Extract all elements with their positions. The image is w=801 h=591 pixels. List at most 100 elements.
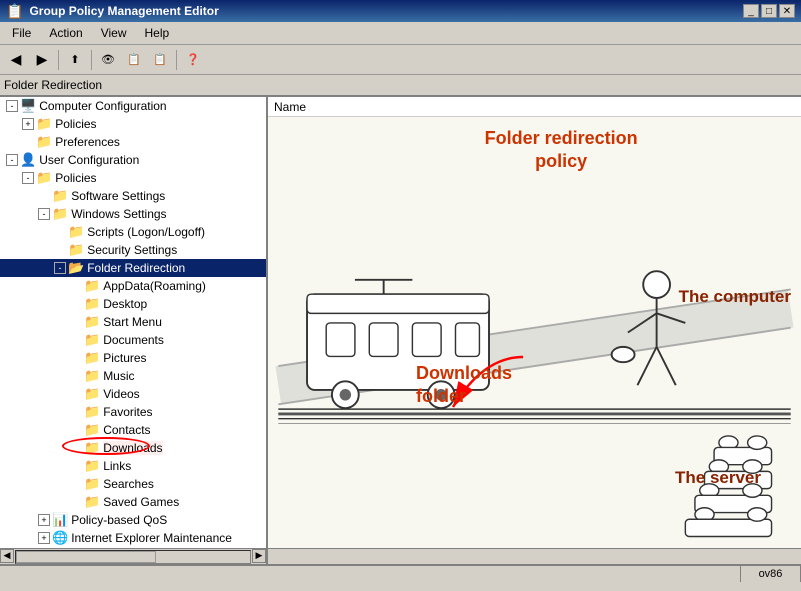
scrollbar-area[interactable]: ◀ ▶ bbox=[0, 548, 801, 564]
forward-button[interactable]: ▶ bbox=[30, 49, 54, 71]
tree-item-ie-maintenance[interactable]: + 🌐 Internet Explorer Maintenance bbox=[0, 529, 266, 547]
tree-item-start-menu[interactable]: 📁 Start Menu bbox=[0, 313, 266, 331]
security-settings-icon: 📁 bbox=[68, 242, 84, 258]
tree-item-appdata[interactable]: 📁 AppData(Roaming) bbox=[0, 277, 266, 295]
title-bar-left: 📋 Group Policy Management Editor bbox=[6, 3, 219, 20]
diagram-server-label: The server bbox=[675, 468, 761, 488]
tree-item-computer-config[interactable]: - 🖥️ Computer Configuration bbox=[0, 97, 266, 115]
desktop-label: Desktop bbox=[103, 297, 147, 311]
favorites-icon: 📁 bbox=[84, 404, 100, 420]
ie-maintenance-icon: 🌐 bbox=[52, 530, 68, 546]
expand-windows-settings[interactable]: - bbox=[38, 208, 50, 220]
scripts-icon: 📁 bbox=[68, 224, 84, 240]
links-icon: 📁 bbox=[84, 458, 100, 474]
content-pane: Name bbox=[268, 97, 801, 548]
windows-settings-icon: 📁 bbox=[52, 206, 68, 222]
policy-qos-label: Policy-based QoS bbox=[71, 513, 167, 527]
security-settings-label: Security Settings bbox=[87, 243, 177, 257]
pictures-icon: 📁 bbox=[84, 350, 100, 366]
menu-view[interactable]: View bbox=[93, 24, 135, 42]
scroll-right-btn[interactable]: ▶ bbox=[252, 549, 266, 563]
policies-uc-label: Policies bbox=[55, 171, 96, 185]
status-right: ov86 bbox=[741, 566, 801, 582]
expand-policies-cc[interactable]: + bbox=[22, 118, 34, 130]
tree-pane[interactable]: - 🖥️ Computer Configuration + 📁 Policies… bbox=[0, 97, 268, 548]
favorites-label: Favorites bbox=[103, 405, 152, 419]
scroll-thumb[interactable] bbox=[16, 551, 156, 563]
expand-policies-uc[interactable]: - bbox=[22, 172, 34, 184]
show-hide-button[interactable]: 👁 bbox=[96, 49, 120, 71]
toolbar: ◀ ▶ ⬆ 👁 📋 📋 ❓ bbox=[0, 45, 801, 75]
desktop-icon: 📁 bbox=[84, 296, 100, 312]
options-button[interactable]: 📋 bbox=[148, 49, 172, 71]
help-button[interactable]: ❓ bbox=[181, 49, 205, 71]
links-label: Links bbox=[103, 459, 131, 473]
diagram-computer-label: The computer bbox=[679, 287, 791, 307]
tree-item-videos[interactable]: 📁 Videos bbox=[0, 385, 266, 403]
tree-item-favorites[interactable]: 📁 Favorites bbox=[0, 403, 266, 421]
software-settings-icon: 📁 bbox=[52, 188, 68, 204]
user-config-icon: 👤 bbox=[20, 152, 36, 168]
close-button[interactable]: ✕ bbox=[779, 4, 795, 18]
tree-item-policy-qos[interactable]: + 📊 Policy-based QoS bbox=[0, 511, 266, 529]
menu-bar: File Action View Help bbox=[0, 22, 801, 45]
back-button[interactable]: ◀ bbox=[4, 49, 28, 71]
appdata-label: AppData(Roaming) bbox=[103, 279, 206, 293]
downloads-icon: 📁 bbox=[84, 440, 100, 456]
toolbar-separator-3 bbox=[176, 50, 177, 70]
tree-item-windows-settings[interactable]: - 📁 Windows Settings bbox=[0, 205, 266, 223]
tree-item-contacts[interactable]: 📁 Contacts bbox=[0, 421, 266, 439]
tree-item-downloads[interactable]: 📁 Downloads bbox=[0, 439, 266, 457]
documents-icon: 📁 bbox=[84, 332, 100, 348]
tree-item-saved-games[interactable]: 📁 Saved Games bbox=[0, 493, 266, 511]
tree-item-searches[interactable]: 📁 Searches bbox=[0, 475, 266, 493]
address-bar: Folder Redirection bbox=[0, 75, 801, 97]
policies-cc-label: Policies bbox=[55, 117, 96, 131]
tree-item-policies-cc[interactable]: + 📁 Policies bbox=[0, 115, 266, 133]
tree-item-security-settings[interactable]: 📁 Security Settings bbox=[0, 241, 266, 259]
tree-item-documents[interactable]: 📁 Documents bbox=[0, 331, 266, 349]
menu-action[interactable]: Action bbox=[41, 24, 90, 42]
filter-button[interactable]: 📋 bbox=[122, 49, 146, 71]
address-label: Folder Redirection bbox=[4, 78, 102, 92]
saved-games-label: Saved Games bbox=[103, 495, 179, 509]
software-settings-label: Software Settings bbox=[71, 189, 165, 203]
expand-ie-maintenance[interactable]: + bbox=[38, 532, 50, 544]
menu-file[interactable]: File bbox=[4, 24, 39, 42]
expand-user-config[interactable]: - bbox=[6, 154, 18, 166]
tree-item-folder-redirection[interactable]: - 📂 Folder Redirection bbox=[0, 259, 266, 277]
tree-item-links[interactable]: 📁 Links bbox=[0, 457, 266, 475]
videos-icon: 📁 bbox=[84, 386, 100, 402]
minimize-button[interactable]: _ bbox=[743, 4, 759, 18]
expand-computer-config[interactable]: - bbox=[6, 100, 18, 112]
toolbar-separator-1 bbox=[58, 50, 59, 70]
tree-item-music[interactable]: 📁 Music bbox=[0, 367, 266, 385]
tree-item-desktop[interactable]: 📁 Desktop bbox=[0, 295, 266, 313]
diagram-area: Folder redirection policy The computer T… bbox=[268, 117, 801, 548]
documents-label: Documents bbox=[103, 333, 164, 347]
window-controls[interactable]: _ □ ✕ bbox=[743, 4, 795, 18]
tree-item-policies-uc[interactable]: - 📁 Policies bbox=[0, 169, 266, 187]
status-version: ov86 bbox=[759, 568, 783, 580]
expand-policy-qos[interactable]: + bbox=[38, 514, 50, 526]
tree-scrollbar[interactable]: ◀ ▶ bbox=[0, 549, 268, 565]
windows-settings-label: Windows Settings bbox=[71, 207, 166, 221]
expand-folder-redirection[interactable]: - bbox=[54, 262, 66, 274]
downloads-label: Downloads bbox=[103, 441, 162, 455]
status-bar: ov86 bbox=[0, 564, 801, 582]
user-config-label: User Configuration bbox=[39, 153, 139, 167]
tree-item-preferences-cc[interactable]: 📁 Preferences bbox=[0, 133, 266, 151]
scroll-left-btn[interactable]: ◀ bbox=[0, 549, 14, 563]
policies-cc-icon: 📁 bbox=[36, 116, 52, 132]
app-icon: 📋 bbox=[6, 3, 23, 20]
scroll-track[interactable] bbox=[15, 550, 251, 564]
tree-item-scripts[interactable]: 📁 Scripts (Logon/Logoff) bbox=[0, 223, 266, 241]
menu-help[interactable]: Help bbox=[137, 24, 178, 42]
content-body: Folder redirection policy The computer T… bbox=[268, 117, 801, 548]
up-button[interactable]: ⬆ bbox=[63, 49, 87, 71]
preferences-cc-icon: 📁 bbox=[36, 134, 52, 150]
tree-item-software-settings[interactable]: 📁 Software Settings bbox=[0, 187, 266, 205]
tree-item-pictures[interactable]: 📁 Pictures bbox=[0, 349, 266, 367]
maximize-button[interactable]: □ bbox=[761, 4, 777, 18]
tree-item-user-config[interactable]: - 👤 User Configuration bbox=[0, 151, 266, 169]
